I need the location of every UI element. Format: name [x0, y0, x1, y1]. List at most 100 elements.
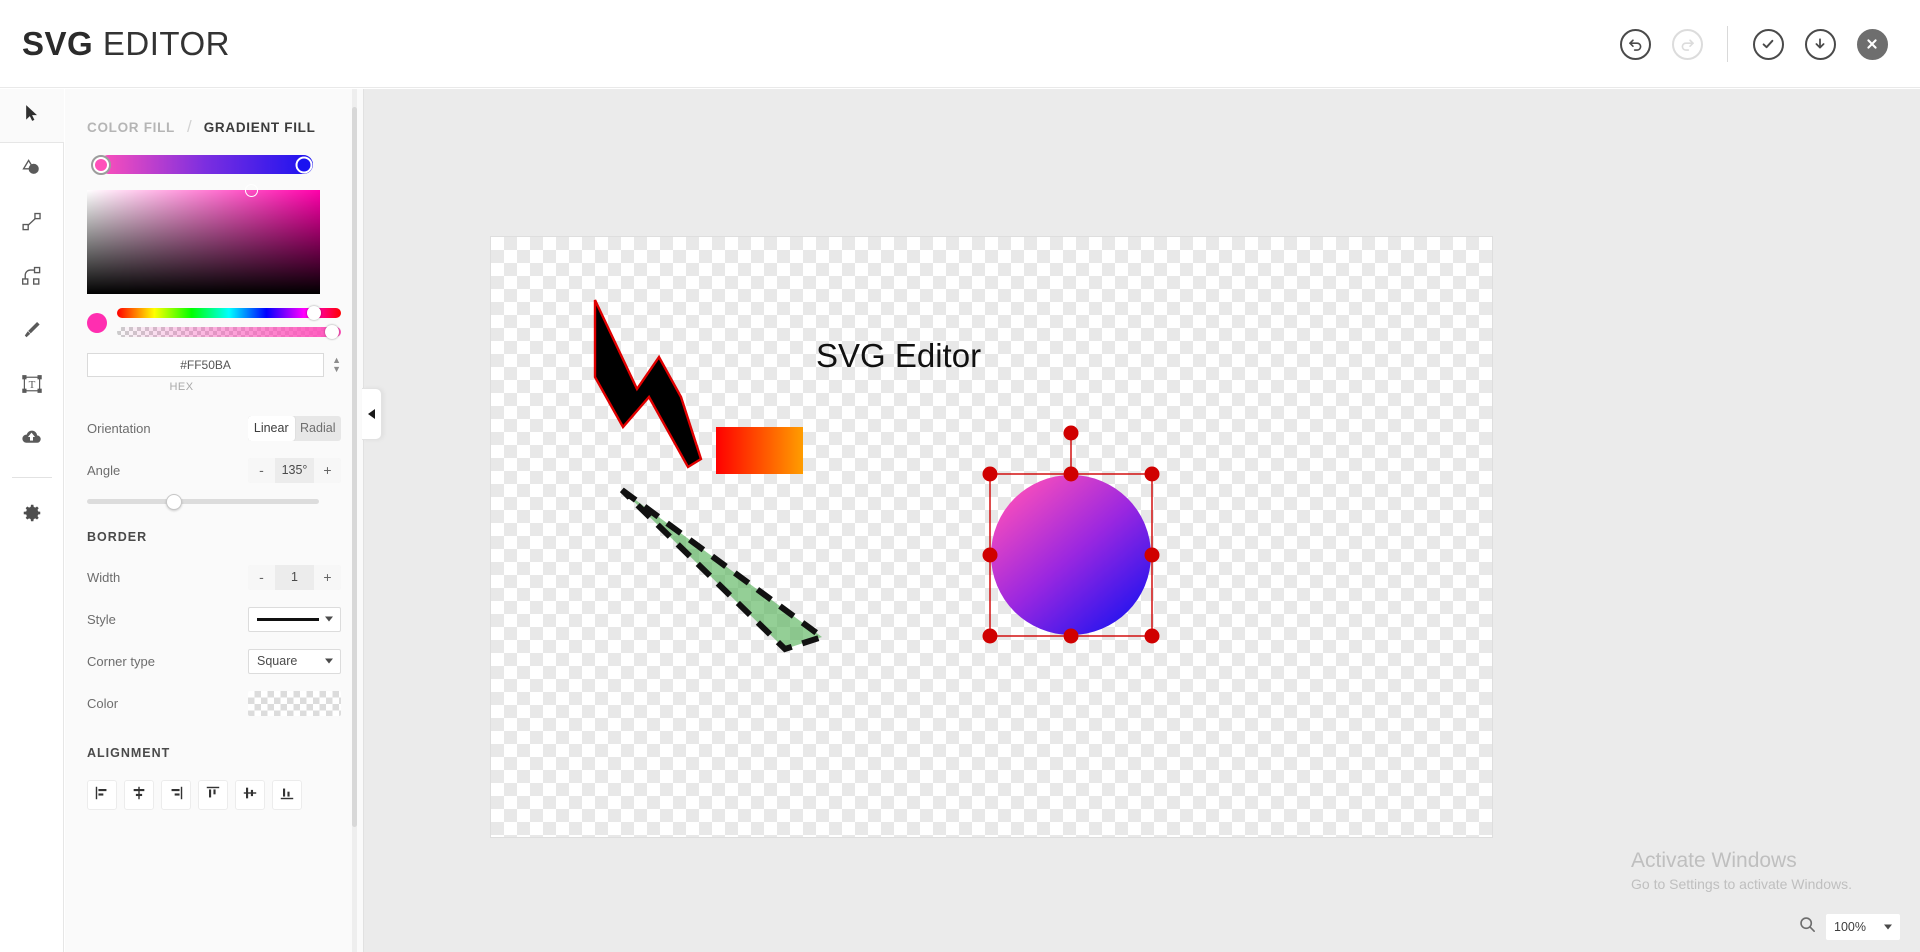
tab-color-fill[interactable]: COLOR FILL	[87, 120, 175, 135]
align-top-icon	[205, 785, 221, 806]
orientation-option-linear[interactable]: Linear	[248, 415, 295, 441]
page-title: SVG EDITOR	[22, 25, 230, 63]
border-width-increment-button[interactable]: +	[314, 564, 341, 590]
handle-top-center[interactable]	[1063, 466, 1079, 482]
text-tool[interactable]: T	[0, 359, 64, 413]
zoom-level-select[interactable]: 100%	[1826, 914, 1900, 940]
properties-panel: COLOR FILL / GRADIENT FILL #FF50BA ▲ ▼ H…	[65, 89, 364, 952]
path-tool[interactable]	[0, 251, 64, 305]
app-header: SVG EDITOR	[0, 0, 1920, 88]
upload-tool[interactable]	[0, 413, 64, 467]
gradient-stop-end[interactable]	[295, 156, 313, 173]
saturation-value-picker[interactable]	[87, 184, 320, 294]
bezier-path-icon	[21, 265, 43, 292]
redo-button[interactable]	[1661, 18, 1713, 70]
orientation-label: Orientation	[87, 420, 151, 436]
hue-slider[interactable]	[117, 306, 341, 320]
angle-stepper: - 135° +	[248, 457, 341, 483]
solid-line-icon	[257, 617, 319, 621]
workspace[interactable]: SVG Editor Activate Windows Go to Settin…	[364, 89, 1920, 952]
green-triangle[interactable]	[619, 487, 829, 653]
align-center-horizontal-icon	[131, 785, 147, 806]
zoom-control: 100%	[1798, 914, 1900, 940]
align-middle-vertical-icon	[242, 785, 258, 806]
zigzag-arrow[interactable]	[593, 299, 703, 469]
align-bottom-button[interactable]	[272, 780, 302, 810]
angle-label: Angle	[87, 462, 121, 478]
gradient-stop-start[interactable]	[91, 154, 111, 175]
cloud-upload-icon	[20, 426, 43, 454]
brand-light: EDITOR	[93, 24, 230, 62]
border-color-swatch[interactable]	[248, 690, 341, 716]
handle-middle-left[interactable]	[982, 547, 998, 563]
color-sliders-row	[87, 306, 341, 339]
watermark-subtitle: Go to Settings to activate Windows.	[1631, 876, 1852, 892]
confirm-button[interactable]	[1742, 18, 1794, 70]
chevron-down-icon	[325, 658, 333, 664]
gradient-stops-bar[interactable]	[91, 154, 313, 175]
border-width-label: Width	[87, 569, 121, 585]
drawing-canvas[interactable]: SVG Editor	[491, 237, 1492, 837]
orientation-option-radial[interactable]: Radial	[295, 416, 342, 441]
alpha-slider-knob[interactable]	[325, 325, 340, 339]
undo-button[interactable]	[1609, 18, 1661, 70]
border-style-select[interactable]	[248, 606, 341, 632]
chevron-left-icon	[368, 409, 375, 419]
alpha-slider[interactable]	[117, 325, 341, 339]
angle-decrement-button[interactable]: -	[248, 457, 275, 483]
hue-slider-knob[interactable]	[307, 306, 322, 320]
canvas-text-object[interactable]: SVG Editor	[816, 337, 981, 374]
hex-spinner[interactable]: ▲ ▼	[332, 356, 341, 374]
shape-tool[interactable]	[0, 143, 64, 197]
handle-bottom-right[interactable]	[1144, 628, 1160, 644]
border-style-row: Style	[87, 606, 341, 632]
align-right-button[interactable]	[161, 780, 191, 810]
orientation-segmented: Linear Radial	[248, 415, 342, 441]
left-toolbar: T	[0, 89, 64, 952]
rotate-handle[interactable]	[1063, 425, 1079, 441]
download-button[interactable]	[1794, 18, 1846, 70]
cursor-arrow-icon	[22, 103, 42, 128]
watermark-title: Activate Windows	[1631, 849, 1797, 872]
toolbar-divider	[11, 477, 52, 478]
gradient-rect[interactable]	[716, 427, 803, 474]
select-tool[interactable]	[0, 89, 64, 143]
hex-input[interactable]	[87, 353, 325, 377]
svg-editor-app: SVG EDITOR T COLOR FILL / GRADIENT FILL …	[0, 0, 1920, 952]
line-tool[interactable]	[0, 197, 64, 251]
brand-bold: SVG	[22, 24, 94, 62]
text-box-icon: T	[21, 373, 43, 400]
tab-gradient-fill[interactable]: GRADIENT FILL	[204, 120, 316, 135]
align-left-button[interactable]	[87, 780, 117, 810]
brush-icon	[21, 319, 43, 346]
angle-slider-knob[interactable]	[166, 493, 182, 510]
angle-increment-button[interactable]: +	[314, 457, 341, 483]
handle-bottom-center[interactable]	[1063, 628, 1079, 644]
corner-type-select[interactable]: Square	[248, 648, 341, 674]
corner-type-value: Square	[257, 654, 298, 668]
align-center-button[interactable]	[124, 780, 154, 810]
handle-top-right[interactable]	[1144, 466, 1160, 482]
panel-collapse-button[interactable]	[362, 388, 382, 440]
align-middle-button[interactable]	[235, 780, 265, 810]
magnifier-icon[interactable]	[1798, 915, 1817, 939]
gear-icon	[21, 502, 43, 529]
angle-value: 135°	[281, 463, 308, 477]
close-icon	[1856, 28, 1888, 60]
angle-slider[interactable]	[87, 493, 319, 510]
handle-top-left[interactable]	[982, 466, 998, 482]
chevron-down-icon	[325, 616, 333, 622]
selected-circle[interactable]	[991, 475, 1151, 635]
close-button[interactable]	[1846, 18, 1898, 70]
corner-type-row: Corner type Square	[87, 648, 341, 674]
align-top-button[interactable]	[198, 780, 228, 810]
handle-middle-right[interactable]	[1144, 547, 1160, 563]
brush-tool[interactable]	[0, 305, 64, 359]
handle-bottom-left[interactable]	[982, 628, 998, 644]
border-width-decrement-button[interactable]: -	[248, 564, 275, 590]
border-width-row: Width - 1 +	[87, 564, 341, 590]
settings-tool[interactable]	[0, 488, 64, 542]
fill-tabs: COLOR FILL / GRADIENT FILL	[87, 117, 341, 137]
sv-picker-cursor[interactable]	[245, 184, 258, 197]
header-actions	[1609, 0, 1898, 88]
